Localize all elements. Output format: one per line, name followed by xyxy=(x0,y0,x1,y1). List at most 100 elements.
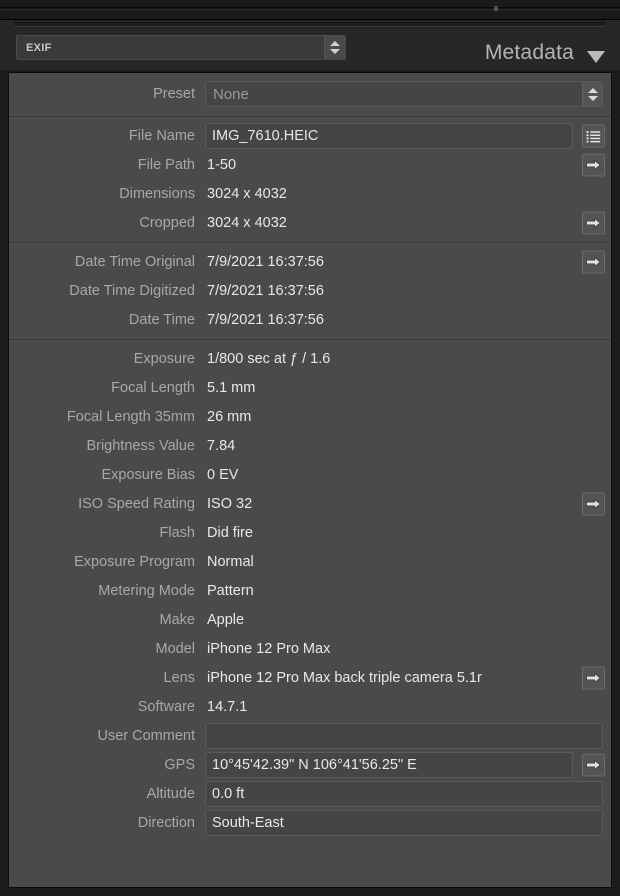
top-strip-groove xyxy=(0,7,620,10)
metadata-row-label: Date Time xyxy=(128,311,195,328)
metadata-row: Exposure Program Normal xyxy=(9,547,611,576)
preset-select[interactable]: None xyxy=(205,81,603,107)
metadata-row-label: Exposure xyxy=(133,350,195,367)
metadata-row-label: Focal Length xyxy=(111,379,195,396)
metadata-row-label: Metering Mode xyxy=(98,582,195,599)
metadata-row-value: 7.84 xyxy=(207,437,236,454)
metadata-header-bar: EXIF Metadata xyxy=(0,20,620,70)
metadata-row: Date Time 7/9/2021 16:37:56 xyxy=(9,305,611,334)
metadata-row: Exposure 1/800 sec at ƒ / 1.6 xyxy=(9,344,611,373)
metadata-groups: File Name IMG_7610.HEIC File Path 1-50 Dimen… xyxy=(9,117,611,842)
metadata-row-label: File Path xyxy=(137,156,195,173)
metadata-row-label: Lens xyxy=(163,669,195,686)
metadata-row-value: Normal xyxy=(207,553,254,570)
lightroom-metadata-panel: EXIF Metadata Preset None File Name IMG_… xyxy=(0,0,620,896)
chevron-down-icon xyxy=(587,95,598,101)
metadata-row-label: Exposure Bias xyxy=(101,466,196,483)
metadata-group: Exposure 1/800 sec at ƒ / 1.6 Focal Length… xyxy=(9,340,611,842)
preset-value: None xyxy=(213,85,249,103)
metadata-row: Focal Length 5.1 mm xyxy=(9,373,611,402)
metadata-row-label: Flash xyxy=(159,524,195,541)
metadata-row: File Name IMG_7610.HEIC xyxy=(9,121,611,150)
metadata-row-value: iPhone 12 Pro Max xyxy=(207,640,331,657)
metadata-row: Cropped 3024 x 4032 xyxy=(9,208,611,237)
arrow-right-icon xyxy=(586,256,601,267)
metadata-row: Dimensions 3024 x 4032 xyxy=(9,179,611,208)
metadata-view-selector[interactable]: EXIF xyxy=(16,35,346,60)
preset-row: Preset None xyxy=(9,78,611,110)
metadata-row: Lens iPhone 12 Pro Max back triple camera… xyxy=(9,663,611,692)
chevron-up-icon xyxy=(330,41,340,46)
metadata-row: Focal Length 35mm 26 mm xyxy=(9,402,611,431)
metadata-row-value: 3024 x 4032 xyxy=(207,214,287,231)
arrow-right-icon xyxy=(586,498,601,509)
preset-stepper-updown-icon[interactable] xyxy=(582,82,602,106)
metadata-group: Date Time Original 7/9/2021 16:37:56 Date … xyxy=(9,243,611,340)
arrow-right-icon xyxy=(586,672,601,683)
metadata-view-selector-value: EXIF xyxy=(26,41,52,54)
metadata-row-value: 1-50 xyxy=(207,156,237,173)
page-title: Metadata xyxy=(484,41,574,64)
window-top-strip xyxy=(0,0,620,20)
metadata-row-label: File Name xyxy=(128,127,195,144)
metadata-row-label: Dimensions xyxy=(119,185,195,202)
metadata-row-value[interactable]: IMG_7610.HEIC xyxy=(205,122,573,149)
metadata-row: File Path 1-50 xyxy=(9,150,611,179)
metadata-row-list-button[interactable] xyxy=(582,124,605,147)
metadata-row-label: Altitude xyxy=(146,785,195,802)
metadata-row: Make Apple xyxy=(9,605,611,634)
metadata-row-label: Cropped xyxy=(139,214,195,231)
stepper-updown-icon[interactable] xyxy=(324,36,345,59)
metadata-row-label: Date Time Original xyxy=(74,253,195,270)
metadata-row-label: Exposure Program xyxy=(74,553,195,570)
arrow-right-icon xyxy=(586,759,601,770)
metadata-row-goto-button[interactable] xyxy=(582,492,605,515)
metadata-row-goto-button[interactable] xyxy=(582,250,605,273)
triangle-down-icon[interactable] xyxy=(587,51,605,63)
metadata-row-label: Direction xyxy=(137,814,195,831)
metadata-row: Date Time Digitized 7/9/2021 16:37:56 xyxy=(9,276,611,305)
header-groove xyxy=(14,22,606,27)
chevron-down-icon xyxy=(330,49,340,54)
metadata-row-label: Software xyxy=(137,698,195,715)
metadata-row-goto-button[interactable] xyxy=(582,666,605,689)
metadata-row-value: 7/9/2021 16:37:56 xyxy=(207,253,324,270)
metadata-row-value: 14.7.1 xyxy=(207,698,248,715)
metadata-fields-panel: Preset None File Name IMG_7610.HEIC File P… xyxy=(8,72,612,888)
metadata-row-value: Apple xyxy=(207,611,245,628)
preset-group: Preset None xyxy=(9,73,611,117)
metadata-row-value[interactable] xyxy=(205,722,603,749)
metadata-row-value: Did fire xyxy=(207,524,253,541)
arrow-right-icon xyxy=(586,159,601,170)
metadata-row-goto-button[interactable] xyxy=(582,211,605,234)
metadata-row: Brightness Value 7.84 xyxy=(9,431,611,460)
chevron-up-icon xyxy=(587,87,598,93)
metadata-row-value: 7/9/2021 16:37:56 xyxy=(207,282,324,299)
metadata-row: Model iPhone 12 Pro Max xyxy=(9,634,611,663)
metadata-row-value: 7/9/2021 16:37:56 xyxy=(207,311,324,328)
metadata-row-value[interactable]: South-East xyxy=(205,809,603,836)
metadata-row-value: 5.1 mm xyxy=(207,379,256,396)
metadata-row-value: ISO 32 xyxy=(207,495,253,512)
metadata-row: Metering Mode Pattern xyxy=(9,576,611,605)
metadata-row: Direction South-East xyxy=(9,808,611,837)
metadata-row: ISO Speed Rating ISO 32 xyxy=(9,489,611,518)
metadata-row: Date Time Original 7/9/2021 16:37:56 xyxy=(9,247,611,276)
list-icon xyxy=(586,130,601,142)
metadata-row-label: Brightness Value xyxy=(86,437,195,454)
metadata-row-value: Pattern xyxy=(207,582,254,599)
metadata-row-value[interactable]: 10°45'42.39" N 106°41'56.25" E xyxy=(205,751,573,778)
metadata-row-value[interactable]: 0.0 ft xyxy=(205,780,603,807)
preset-label: Preset xyxy=(153,86,195,102)
metadata-row: Software 14.7.1 xyxy=(9,692,611,721)
metadata-row-value: iPhone 12 Pro Max back triple camera 5.1… xyxy=(207,669,482,686)
arrow-right-icon xyxy=(586,217,601,228)
metadata-row: Exposure Bias 0 EV xyxy=(9,460,611,489)
metadata-group: File Name IMG_7610.HEIC File Path 1-50 Dimen… xyxy=(9,117,611,243)
metadata-row-value: 1/800 sec at ƒ / 1.6 xyxy=(207,350,331,367)
metadata-row-label: Focal Length 35mm xyxy=(66,408,195,425)
metadata-row-label: Model xyxy=(155,640,196,657)
metadata-row-label: GPS xyxy=(164,756,195,773)
metadata-row-goto-button[interactable] xyxy=(582,753,605,776)
metadata-row-goto-button[interactable] xyxy=(582,153,605,176)
